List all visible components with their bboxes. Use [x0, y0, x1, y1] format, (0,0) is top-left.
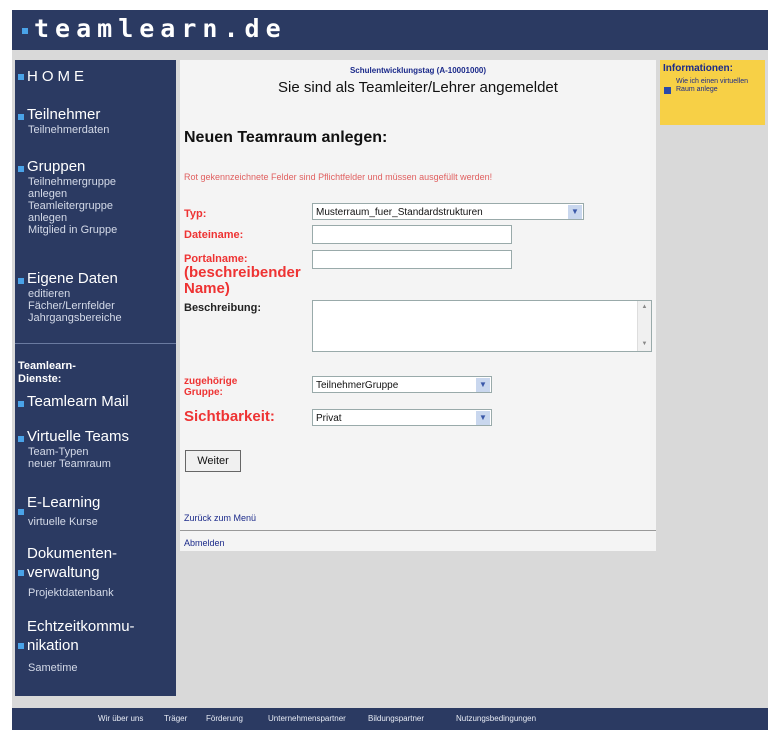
weiter-button[interactable]: Weiter [185, 450, 241, 472]
bullet-icon [18, 401, 24, 407]
scroll-down-icon[interactable]: ▼ [640, 340, 649, 349]
nav-sub-projektdatenbank[interactable]: Projektdatenbank [28, 587, 114, 599]
sichtbarkeit-select[interactable]: Privat ▼ [312, 409, 492, 426]
nav-sub-team-typen[interactable]: Team-Typen [28, 446, 89, 458]
bullet-icon [18, 436, 24, 442]
beschreibung-textarea[interactable]: ▲ ▼ [312, 300, 652, 352]
footer-bar: Wir über uns Träger Förderung Unternehme… [12, 708, 768, 730]
footer-link-wir-ueber-uns[interactable]: Wir über uns [98, 714, 143, 723]
required-note: Rot gekennzeichnete Felder sind Pflichtf… [184, 172, 493, 182]
nav-sub-teamleitergruppe[interactable]: Teamleitergruppe [28, 200, 113, 212]
typ-select[interactable]: Musterraum_fuer_Standardstrukturen ▼ [312, 203, 584, 220]
nav-sub-editieren[interactable]: editieren [28, 288, 70, 300]
nav-sub-sametime[interactable]: Sametime [28, 662, 78, 674]
label-sichtbarkeit: Sichtbarkeit: [184, 408, 275, 425]
header-bar: teamlearn.de [12, 10, 768, 50]
bullet-icon [18, 278, 24, 284]
bullet-icon [18, 74, 24, 80]
course-title: Schulentwicklungstag (A-10001000) [349, 66, 487, 75]
info-link-icon [664, 87, 671, 94]
footer-link-bildungspartner[interactable]: Bildungspartner [368, 714, 424, 723]
label-gruppe: zugehörige Gruppe: [184, 376, 238, 398]
nav-sub-jahrgang[interactable]: Jahrgangsbereiche [28, 312, 122, 324]
label-portalname-desc: (beschreibender Name) [184, 264, 301, 297]
nav-sub-virtuelle-kurse[interactable]: virtuelle Kurse [28, 516, 98, 528]
login-status: Sie sind als Teamleiter/Lehrer angemelde… [278, 79, 558, 96]
nav-sub-anlegen-1[interactable]: anlegen [28, 188, 67, 200]
bullet-icon [18, 166, 24, 172]
bullet-icon [18, 643, 24, 649]
back-to-menu-link[interactable]: Zurück zum Menü [184, 513, 256, 523]
logo-dot-icon [22, 28, 28, 34]
portalname-input[interactable] [312, 250, 512, 269]
info-box: Informationen: Wie ich einen virtuellen … [660, 60, 765, 125]
footer-link-unternehmenspartner[interactable]: Unternehmenspartner [268, 714, 346, 723]
chevron-down-icon: ▼ [568, 205, 582, 219]
bullet-icon [18, 114, 24, 120]
footer-link-traeger[interactable]: Träger [164, 714, 187, 723]
label-beschreibung: Beschreibung: [184, 302, 262, 314]
nav-sub-mitglied[interactable]: Mitglied in Gruppe [28, 224, 117, 236]
sidebar: HOME Teilnehmer Teilnehmerdaten Gruppen … [15, 60, 176, 696]
main-content: Schulentwicklungstag (A-10001000) Sie si… [180, 60, 656, 551]
info-link[interactable]: Wie ich einen virtuellen Raum anlege [676, 78, 762, 94]
nav-sub-faecher[interactable]: Fächer/Lernfelder [28, 300, 115, 312]
page-title: Neuen Teamraum anlegen: [184, 129, 388, 146]
nav-sub-neuer-teamraum[interactable]: neuer Teamraum [28, 458, 111, 470]
label-typ: Typ: [184, 208, 207, 220]
page-frame: teamlearn.de HOME Teilnehmer Teilnehmerd… [12, 10, 768, 730]
gruppe-select[interactable]: TeilnehmerGruppe ▼ [312, 376, 492, 393]
bullet-icon [18, 570, 24, 576]
site-logo[interactable]: teamlearn.de [22, 14, 287, 43]
divider [180, 530, 656, 531]
chevron-down-icon: ▼ [476, 378, 490, 392]
info-title: Informationen: [663, 63, 733, 74]
textarea-scrollbar[interactable]: ▲ ▼ [637, 301, 651, 351]
label-dateiname: Dateiname: [184, 229, 244, 241]
nav-sub-teilnehmergruppe[interactable]: Teilnehmergruppe [28, 176, 116, 188]
logout-link[interactable]: Abmelden [184, 538, 225, 548]
chevron-down-icon: ▼ [476, 411, 490, 425]
nav-sub-teilnehmerdaten[interactable]: Teilnehmerdaten [28, 124, 109, 136]
sidebar-divider [15, 343, 176, 344]
footer-link-nutzungsbedingungen[interactable]: Nutzungsbedingungen [456, 714, 536, 723]
nav-sub-anlegen-2[interactable]: anlegen [28, 212, 67, 224]
scroll-up-icon[interactable]: ▲ [640, 303, 649, 312]
footer-link-foerderung[interactable]: Förderung [206, 714, 243, 723]
section-heading-dienste: Teamlearn- Dienste: [18, 360, 76, 385]
bullet-icon [18, 509, 24, 515]
dateiname-input[interactable] [312, 225, 512, 244]
